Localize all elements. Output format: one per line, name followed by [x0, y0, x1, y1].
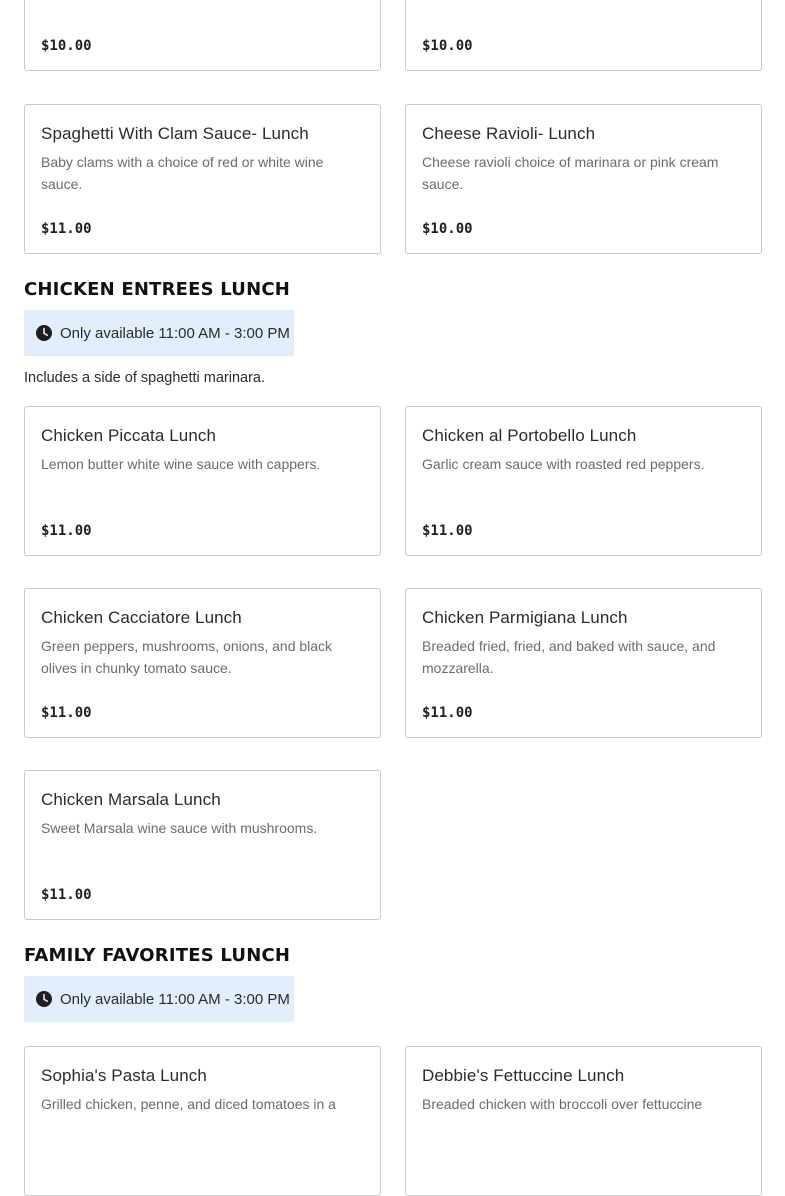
menu-item-card[interactable]: Chicken Parmigiana Lunch Breaded fried, …: [405, 588, 762, 738]
item-name: Chicken Piccata Lunch: [41, 426, 217, 445]
item-name: Spaghetti With Clam Sauce- Lunch: [41, 124, 309, 143]
menu-item-card[interactable]: Chicken Piccata Lunch Lemon butter white…: [24, 406, 381, 556]
item-description: Grilled chicken, penne, and diced tomato…: [41, 1096, 336, 1112]
item-name: Cheese Ravioli- Lunch: [422, 124, 596, 143]
section-title: FAMILY FAVORITES LUNCH: [24, 945, 291, 966]
item-description: Sweet Marsala wine sauce with mushrooms.: [41, 820, 318, 836]
section-note: Includes a side of spaghetti marinara.: [24, 370, 265, 386]
menu-item-card[interactable]: Chicken al Portobello Lunch Garlic cream…: [405, 406, 762, 556]
availability-text: Only available 11:00 AM - 3:00 PM: [60, 990, 290, 1008]
item-price: $10.00: [422, 38, 473, 54]
item-price: $11.00: [422, 523, 473, 539]
item-description: Green peppers, mushrooms, onions, and bl…: [41, 638, 333, 676]
item-name: Debbie's Fettuccine Lunch: [422, 1066, 625, 1085]
item-price: $11.00: [41, 221, 92, 237]
menu-item-card[interactable]: Cheese Ravioli- Lunch Cheese ravioli cho…: [405, 104, 762, 254]
availability-text: Only available 11:00 AM - 3:00 PM: [60, 324, 290, 342]
item-description: Cheese ravioli choice of marinara or pin…: [422, 154, 719, 192]
item-name: Chicken Cacciatore Lunch: [41, 608, 242, 627]
availability-banner: Only available 11:00 AM - 3:00 PM: [24, 976, 294, 1022]
item-price: $11.00: [41, 705, 92, 721]
item-name: Chicken Parmigiana Lunch: [422, 608, 628, 627]
item-name: Chicken Marsala Lunch: [41, 790, 221, 809]
clock-icon: [36, 325, 52, 341]
menu-item-card[interactable]: Chicken Marsala Lunch Sweet Marsala wine…: [24, 770, 381, 920]
item-description: Breaded fried, fried, and baked with sau…: [422, 638, 716, 676]
availability-banner: Only available 11:00 AM - 3:00 PM: [24, 310, 294, 356]
clock-icon: [36, 991, 52, 1007]
item-description: Breaded chicken with broccoli over fettu…: [422, 1096, 703, 1112]
menu-item-card[interactable]: Spaghetti With Clam Sauce- Lunch Baby cl…: [24, 104, 381, 254]
item-description: Garlic cream sauce with roasted red pepp…: [422, 456, 705, 472]
item-description: Lemon butter white wine sauce with cappe…: [41, 456, 321, 472]
item-price: $11.00: [41, 523, 92, 539]
menu-item-card[interactable]: Sophia's Pasta Lunch Grilled chicken, pe…: [24, 1046, 381, 1196]
item-name: Chicken al Portobello Lunch: [422, 426, 637, 445]
menu-item-card[interactable]: $10.00: [24, 0, 381, 71]
menu-item-card[interactable]: Debbie's Fettuccine Lunch Breaded chicke…: [405, 1046, 762, 1196]
item-price: $11.00: [422, 705, 473, 721]
item-price: $10.00: [422, 221, 473, 237]
item-description: Baby clams with a choice of red or white…: [41, 154, 324, 192]
item-name: Sophia's Pasta Lunch: [41, 1066, 207, 1085]
item-price: $10.00: [41, 38, 92, 54]
section-title: CHICKEN ENTREES LUNCH: [24, 279, 291, 300]
menu-item-card[interactable]: $10.00: [405, 0, 762, 71]
menu-item-card[interactable]: Chicken Cacciatore Lunch Green peppers, …: [24, 588, 381, 738]
item-price: $11.00: [41, 887, 92, 903]
